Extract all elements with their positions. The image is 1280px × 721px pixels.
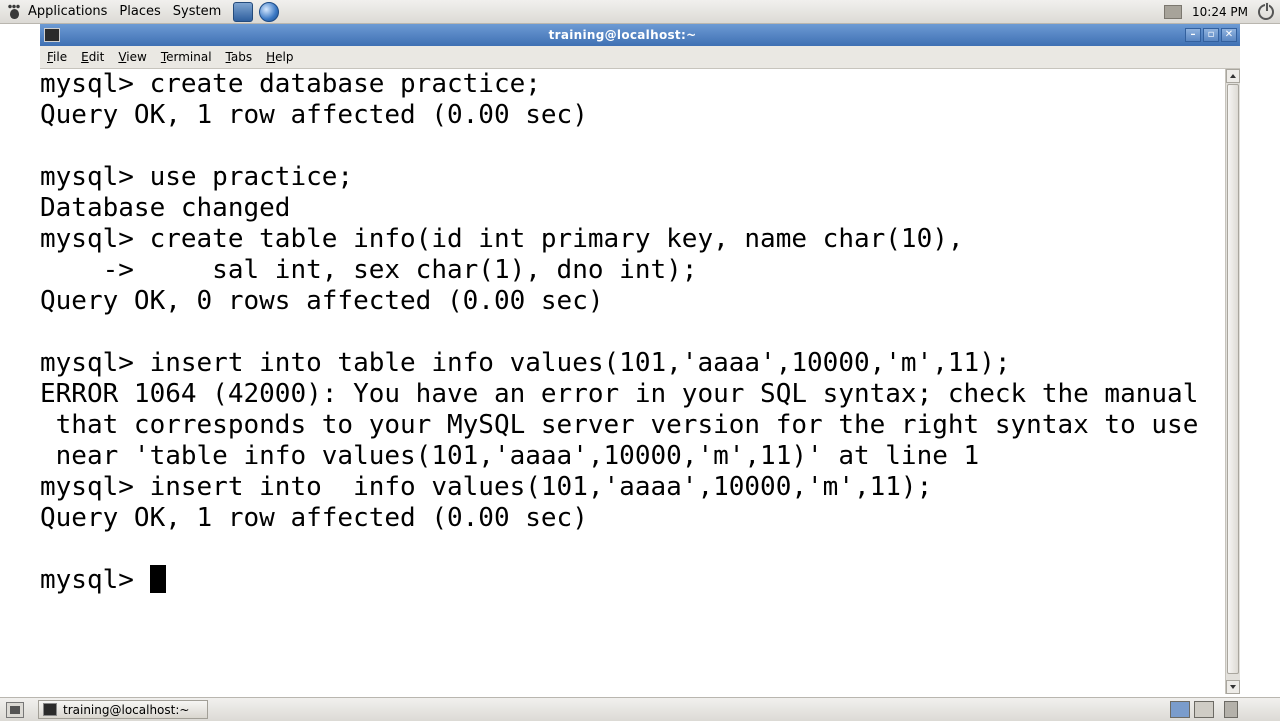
terminal-line: mysql> use practice;: [40, 162, 354, 192]
text-editor-launcher-icon[interactable]: [233, 1, 254, 22]
close-button[interactable]: ✕: [1221, 28, 1237, 42]
menu-view[interactable]: View: [111, 50, 153, 64]
workspace-2[interactable]: [1194, 701, 1214, 718]
terminal-line: Query OK, 0 rows affected (0.00 sec): [40, 286, 604, 316]
terminal-window-icon[interactable]: [44, 28, 60, 42]
mysql-prompt: mysql>: [40, 565, 150, 595]
terminal-line: Database changed: [40, 193, 291, 223]
minimize-button[interactable]: –: [1185, 28, 1201, 42]
terminal-line: ERROR 1064 (42000): You have an error in…: [40, 379, 1199, 409]
main-menu-group: Applications Places System: [0, 0, 280, 23]
terminal-line: Query OK, 1 row affected (0.00 sec): [40, 100, 588, 130]
scroll-down-arrow-icon[interactable]: [1226, 680, 1240, 694]
terminal-line: -> sal int, sex char(1), dno int);: [40, 255, 698, 285]
network-icon[interactable]: [1164, 4, 1182, 19]
terminal-line: mysql> create database practice;: [40, 69, 541, 99]
places-menu[interactable]: Places: [113, 0, 166, 23]
applications-menu[interactable]: Applications: [22, 0, 113, 23]
terminal-line: mysql> create table info(id int primary …: [40, 224, 964, 254]
bottom-panel: training@localhost:~: [0, 697, 1280, 721]
clock[interactable]: 10:24 PM: [1192, 5, 1248, 19]
terminal-line: mysql> insert into info values(101,'aaaa…: [40, 472, 933, 502]
maximize-button[interactable]: ▫: [1203, 28, 1219, 42]
window-title: training@localhost:~: [548, 28, 697, 42]
workspace-1[interactable]: [1170, 701, 1190, 718]
gnome-foot-icon[interactable]: [6, 3, 22, 20]
task-label: training@localhost:~: [63, 702, 190, 717]
terminal-line: Query OK, 1 row affected (0.00 sec): [40, 503, 588, 533]
web-browser-launcher-icon[interactable]: [259, 1, 280, 22]
text-cursor: [149, 565, 166, 593]
workspace-switcher: [1170, 698, 1238, 721]
panel-tray: 10:24 PM: [1164, 0, 1280, 23]
vertical-scrollbar[interactable]: [1225, 69, 1240, 694]
power-icon[interactable]: [1258, 1, 1274, 20]
window-controls: – ▫ ✕: [1185, 28, 1237, 42]
menu-file[interactable]: File: [40, 50, 74, 64]
trash-icon[interactable]: [1224, 701, 1238, 718]
menu-terminal[interactable]: Terminal: [154, 50, 219, 64]
window-titlebar[interactable]: training@localhost:~ – ▫ ✕: [40, 24, 1240, 46]
scroll-thumb[interactable]: [1227, 84, 1239, 674]
menu-tabs[interactable]: Tabs: [219, 50, 260, 64]
terminal-menubar: File Edit View Terminal Tabs Help: [40, 46, 1240, 69]
show-desktop-icon[interactable]: [6, 701, 24, 718]
menu-help[interactable]: Help: [259, 50, 300, 64]
top-panel: Applications Places System 10:24 PM: [0, 0, 1280, 24]
terminal-task-icon: [43, 703, 57, 716]
system-menu[interactable]: System: [167, 0, 227, 23]
terminal-line: near 'table info values(101,'aaaa',10000…: [40, 441, 980, 471]
terminal-line: mysql> insert into table info values(101…: [40, 348, 1011, 378]
taskbar-terminal-button[interactable]: training@localhost:~: [38, 700, 208, 719]
menu-edit[interactable]: Edit: [74, 50, 111, 64]
terminal-line: that corresponds to your MySQL server ve…: [40, 410, 1199, 440]
terminal-output: mysql> create database practice; Query OK…: [40, 69, 1225, 596]
scroll-up-arrow-icon[interactable]: [1226, 69, 1240, 83]
current-prompt-line[interactable]: mysql>: [40, 565, 1225, 596]
terminal-area[interactable]: mysql> create database practice; Query OK…: [40, 69, 1225, 694]
